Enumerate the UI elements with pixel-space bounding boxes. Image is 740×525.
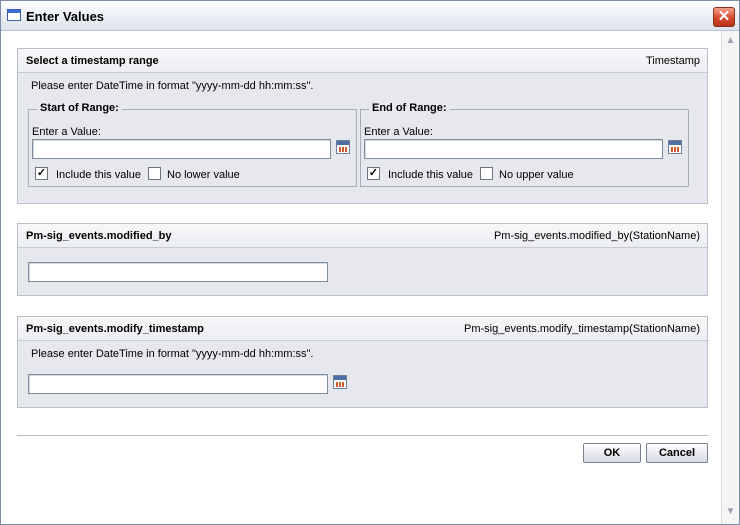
cancel-button[interactable]: Cancel xyxy=(646,443,708,463)
datetime-format-hint: Please enter DateTime in format "yyyy-mm… xyxy=(31,348,314,360)
end-include-label: Include this value xyxy=(388,169,473,181)
timestamp-range-panel: Select a timestamp range Timestamp Pleas… xyxy=(17,48,708,204)
close-icon: ✕ xyxy=(717,8,731,25)
vertical-scrollbar[interactable]: ▲ ▼ xyxy=(721,31,739,524)
title-bar[interactable]: Enter Values ✕ xyxy=(1,1,739,31)
panel-header: Select a timestamp range Timestamp xyxy=(18,49,707,73)
modified-by-panel: Pm-sig_events.modified_by Pm-sig_events.… xyxy=(17,223,708,296)
end-value-input[interactable] xyxy=(364,139,663,159)
calendar-icon[interactable] xyxy=(336,140,350,154)
start-of-range-legend: Start of Range: xyxy=(37,102,122,114)
calendar-icon[interactable] xyxy=(333,375,347,389)
modify-timestamp-panel: Pm-sig_events.modify_timestamp Pm-sig_ev… xyxy=(17,316,708,408)
footer-divider xyxy=(17,435,708,436)
panel-title: Select a timestamp range xyxy=(26,55,159,67)
panel-header: Pm-sig_events.modified_by Pm-sig_events.… xyxy=(18,224,707,248)
ok-button[interactable]: OK xyxy=(583,443,641,463)
datetime-format-hint: Please enter DateTime in format "yyyy-mm… xyxy=(31,80,314,92)
panel-field-name: Timestamp xyxy=(646,55,700,67)
start-of-range-group: Start of Range: Enter a Value: ✓ Include… xyxy=(28,102,357,187)
panel-header: Pm-sig_events.modify_timestamp Pm-sig_ev… xyxy=(18,317,707,341)
panel-title: Pm-sig_events.modified_by xyxy=(26,230,172,242)
dialog-window: Enter Values ✕ ▲ ▼ Select a timestamp ra… xyxy=(0,0,740,525)
end-include-checkbox[interactable]: ✓ xyxy=(367,167,380,180)
start-value-label: Enter a Value: xyxy=(32,126,101,138)
panel-title: Pm-sig_events.modify_timestamp xyxy=(26,323,204,335)
end-of-range-legend: End of Range: xyxy=(369,102,450,114)
modify-timestamp-input[interactable] xyxy=(28,374,328,394)
no-upper-value-label: No upper value xyxy=(499,169,574,181)
dialog-title: Enter Values xyxy=(26,9,105,24)
start-include-label: Include this value xyxy=(56,169,141,181)
end-of-range-group: End of Range: Enter a Value: ✓ Include t… xyxy=(360,102,689,187)
no-lower-value-label: No lower value xyxy=(167,169,240,181)
panel-field-name: Pm-sig_events.modify_timestamp(StationNa… xyxy=(464,323,700,335)
panel-field-name: Pm-sig_events.modified_by(StationName) xyxy=(493,230,700,242)
end-value-label: Enter a Value: xyxy=(364,126,433,138)
close-button[interactable]: ✕ xyxy=(713,7,735,27)
no-upper-value-checkbox[interactable] xyxy=(480,167,493,180)
scroll-up-icon[interactable]: ▲ xyxy=(723,33,738,48)
no-lower-value-checkbox[interactable] xyxy=(148,167,161,180)
start-include-checkbox[interactable]: ✓ xyxy=(35,167,48,180)
window-icon xyxy=(7,9,21,21)
calendar-icon[interactable] xyxy=(668,140,682,154)
scroll-down-icon[interactable]: ▼ xyxy=(723,504,738,519)
start-value-input[interactable] xyxy=(32,139,331,159)
modified-by-input[interactable] xyxy=(28,262,328,282)
